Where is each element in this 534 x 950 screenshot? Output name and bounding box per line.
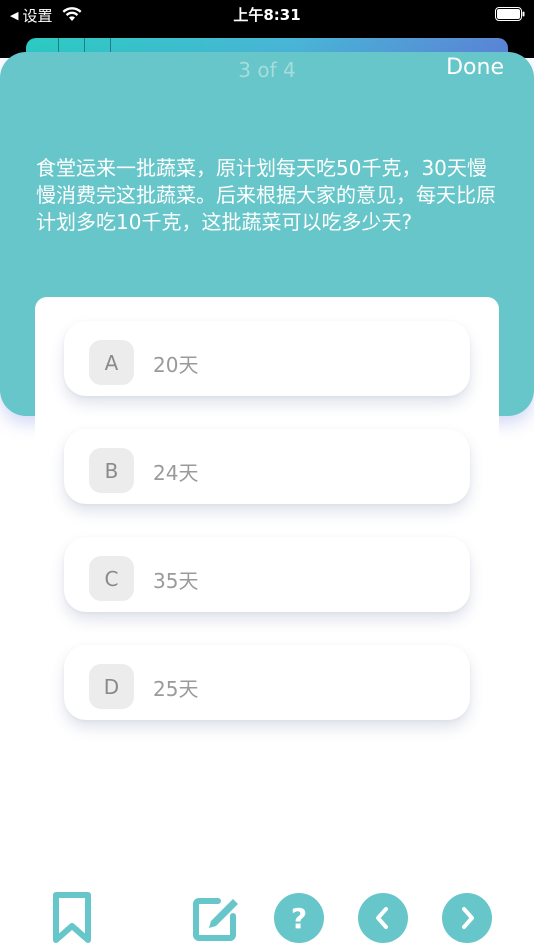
option-text: 24天: [153, 461, 199, 485]
option-letter: B: [89, 448, 134, 493]
option-letter: D: [89, 664, 134, 709]
bookmark-icon[interactable]: [52, 892, 92, 944]
option-text: 35天: [153, 569, 199, 593]
chevron-right-icon: [462, 907, 474, 929]
help-button[interactable]: ?: [274, 893, 324, 943]
status-time: 上午8:31: [233, 6, 301, 24]
chevron-left-icon: [376, 907, 388, 929]
quiz-screen: ◀ 设置 上午8:31 3 of 4 Done 食堂运来一批蔬菜，原计划每天吃5…: [0, 0, 534, 950]
done-button[interactable]: Done: [446, 55, 504, 80]
option-d[interactable]: D 25天: [64, 645, 470, 720]
option-letter: A: [89, 340, 134, 385]
help-icon: ?: [290, 901, 308, 935]
option-b[interactable]: B 24天: [64, 429, 470, 504]
edit-icon[interactable]: [192, 892, 242, 942]
next-button[interactable]: [442, 893, 492, 943]
option-a[interactable]: A 20天: [64, 321, 470, 396]
battery-icon: [495, 7, 525, 21]
status-bar: ◀ 设置 上午8:31: [0, 0, 534, 28]
question-text: 食堂运来一批蔬菜，原计划每天吃50千克，30天慢慢消费完这批蔬菜。后来根据大家的…: [36, 156, 496, 234]
previous-button[interactable]: [358, 893, 408, 943]
option-text: 20天: [153, 353, 199, 377]
option-letter: C: [89, 556, 134, 601]
option-text: 25天: [153, 677, 199, 701]
options-card: A 20天 B 24天 C 35天 D 25天: [35, 297, 499, 743]
option-c[interactable]: C 35天: [64, 537, 470, 612]
